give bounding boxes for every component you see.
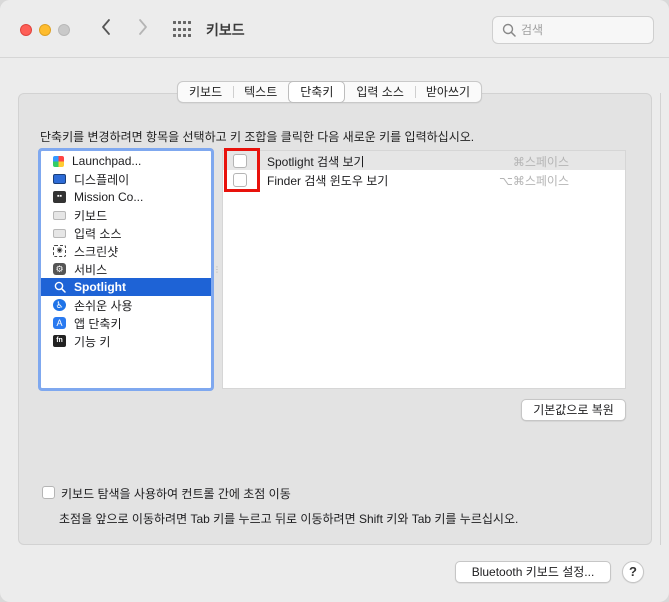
restore-defaults-button[interactable]: 기본값으로 복원: [521, 399, 626, 421]
keyboard-navigation-label[interactable]: 키보드 탐색을 사용하여 컨트롤 간에 초점 이동: [61, 485, 291, 502]
tab-bar: 키보드 텍스트 단축키 입력 소스 받아쓰기: [177, 81, 483, 103]
shortcut-label: Spotlight 검색 보기: [267, 155, 365, 169]
category-item-services[interactable]: ⚙ 서비스: [41, 260, 211, 278]
input-source-icon: [53, 228, 66, 238]
search-input[interactable]: [521, 21, 646, 39]
show-all-grid-icon[interactable]: [173, 21, 191, 39]
help-button[interactable]: ?: [622, 561, 644, 583]
keyboard-navigation-checkbox[interactable]: [42, 486, 55, 499]
annotation-highlight-box: [224, 148, 260, 192]
search-icon: [502, 23, 516, 37]
accessibility-icon: ♿: [53, 299, 66, 311]
shortcut-label: Finder 검색 윈도우 보기: [267, 174, 389, 188]
zoom-button[interactable]: [58, 24, 70, 36]
bluetooth-keyboard-setup-button[interactable]: Bluetooth 키보드 설정...: [455, 561, 611, 583]
search-field[interactable]: [492, 16, 654, 44]
keyboard-icon: [53, 210, 66, 220]
keyboard-preferences-window: 키보드 키보드 텍스트 단축키 입력 소스 받아쓰기 단축키를 변경하려면 항목…: [0, 0, 669, 602]
category-item-screenshots[interactable]: ◉ 스크린샷: [41, 242, 211, 260]
tab-shortcuts[interactable]: 단축키: [288, 81, 346, 103]
function-keys-icon: fn: [53, 335, 66, 347]
category-item-app-shortcuts[interactable]: A 앱 단축키: [41, 314, 211, 332]
screenshot-icon: ◉: [53, 245, 66, 257]
keyboard-navigation-description: 초점을 앞으로 이동하려면 Tab 키를 누르고 뒤로 이동하려면 Shift …: [59, 512, 519, 526]
category-label: 디스플레이: [74, 172, 130, 187]
close-button[interactable]: [20, 24, 32, 36]
category-label: Mission Co...: [74, 190, 144, 204]
category-list[interactable]: Launchpad... 디스플레이 ▪▪ Mission Co... 키보드 …: [38, 148, 214, 391]
category-item-spotlight[interactable]: Spotlight: [41, 278, 211, 296]
category-label: Spotlight: [74, 280, 126, 294]
window-edge: [660, 93, 669, 545]
category-item-display[interactable]: 디스플레이: [41, 170, 211, 188]
shortcut-row-spotlight-search[interactable]: Spotlight 검색 보기 ⌘스페이스: [223, 151, 625, 170]
app-shortcuts-icon: A: [53, 317, 66, 329]
category-item-input-sources[interactable]: 입력 소스: [41, 224, 211, 242]
display-icon: [53, 174, 66, 184]
category-item-accessibility[interactable]: ♿ 손쉬운 사용: [41, 296, 211, 314]
back-button[interactable]: [95, 18, 117, 42]
minimize-button[interactable]: [39, 24, 51, 36]
chevron-left-icon: [102, 19, 110, 35]
tab-input-sources[interactable]: 입력 소스: [345, 82, 415, 102]
category-label: Launchpad...: [72, 154, 142, 168]
shortcut-row-finder-search[interactable]: Finder 검색 윈도우 보기 ⌥⌘스페이스: [223, 170, 625, 189]
services-icon: ⚙: [53, 263, 66, 275]
category-item-launchpad[interactable]: Launchpad...: [41, 152, 211, 170]
title-bar: 키보드: [0, 0, 669, 58]
category-label: 입력 소스: [74, 226, 122, 241]
tab-dictation[interactable]: 받아쓰기: [414, 82, 481, 102]
chevron-right-icon: [139, 19, 147, 35]
splitter-handle[interactable]: ⋮: [213, 265, 221, 274]
forward-button[interactable]: [132, 18, 154, 42]
shortcut-list[interactable]: Spotlight 검색 보기 ⌘스페이스 Finder 검색 윈도우 보기 ⌥…: [222, 150, 626, 389]
tab-text[interactable]: 텍스트: [233, 82, 288, 102]
mission-control-icon: ▪▪: [53, 191, 66, 203]
category-label: 서비스: [74, 262, 108, 277]
category-item-keyboard[interactable]: 키보드: [41, 206, 211, 224]
spotlight-icon: [53, 281, 66, 293]
category-item-mission-control[interactable]: ▪▪ Mission Co...: [41, 188, 211, 206]
shortcut-key-combo[interactable]: ⌥⌘스페이스: [499, 172, 569, 189]
shortcut-key-combo[interactable]: ⌘스페이스: [513, 153, 569, 170]
window-title: 키보드: [206, 22, 245, 38]
category-label: 스크린샷: [74, 244, 119, 259]
category-label: 앱 단축키: [74, 316, 122, 331]
tab-keyboard[interactable]: 키보드: [178, 82, 233, 102]
instruction-text: 단축키를 변경하려면 항목을 선택하고 키 조합을 클릭한 다음 새로운 키를 …: [40, 130, 475, 144]
category-label: 키보드: [74, 208, 108, 223]
category-item-function-keys[interactable]: fn 기능 키: [41, 332, 211, 350]
launchpad-icon: [53, 155, 64, 167]
category-label: 기능 키: [74, 334, 111, 349]
category-label: 손쉬운 사용: [74, 298, 133, 313]
